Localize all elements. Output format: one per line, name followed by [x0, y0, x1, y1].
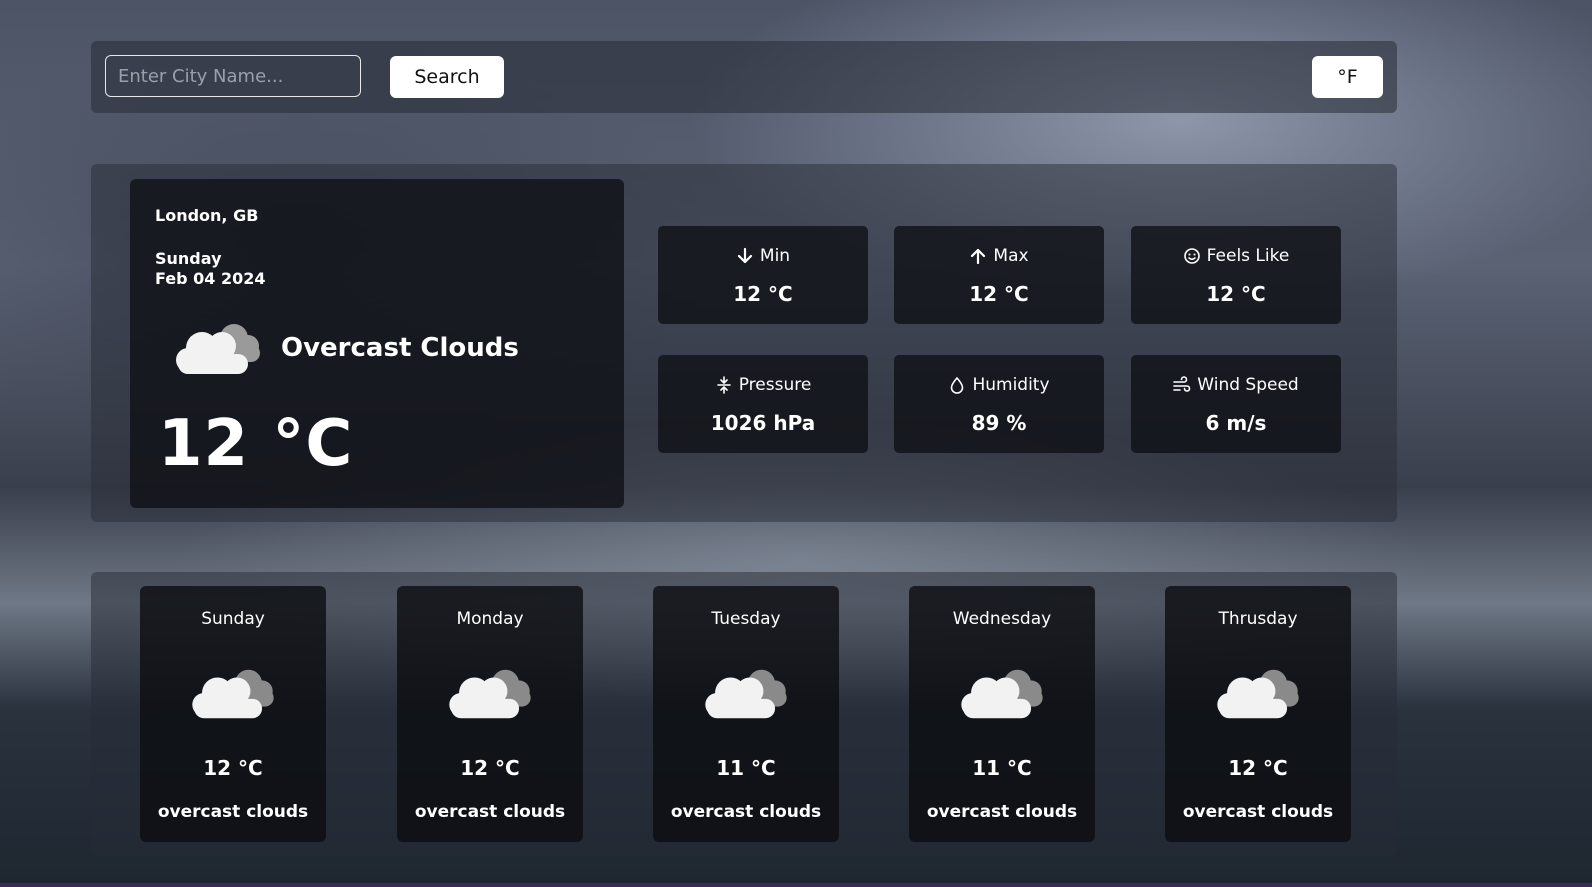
city-search-input[interactable]	[105, 55, 361, 97]
current-temperature: 12 °C	[158, 407, 354, 481]
forecast-desc: overcast clouds	[1182, 802, 1334, 822]
forecast-temp: 11 °C	[716, 756, 776, 780]
stat-label: Max	[993, 246, 1029, 266]
forecast-day: Sunday	[201, 609, 265, 629]
cloud-icon	[176, 324, 260, 374]
forecast-temp: 12 °C	[203, 756, 263, 780]
stat-feels-like: Feels Like 12 °C	[1131, 226, 1341, 324]
pressure-icon	[716, 376, 731, 394]
stat-value: 12 °C	[1206, 282, 1266, 306]
stat-max: Max 12 °C	[894, 226, 1104, 324]
forecast-day: Tuesday	[711, 609, 781, 629]
forecast-temp: 11 °C	[972, 756, 1032, 780]
forecast-desc: overcast clouds	[926, 802, 1078, 822]
stat-humidity: Humidity 89 %	[894, 355, 1104, 453]
stat-label: Humidity	[972, 375, 1050, 395]
search-bar: Search °F	[91, 41, 1397, 113]
wind-icon	[1173, 376, 1191, 392]
forecast-card: Sunday 12 °C overcast clouds	[140, 586, 326, 842]
forecast-card: Thrusday 12 °C overcast clouds	[1165, 586, 1351, 842]
stat-value: 12 °C	[733, 282, 793, 306]
location-label: London, GB	[155, 206, 259, 225]
stat-label: Min	[759, 246, 791, 266]
forecast-card: Tuesday 11 °C overcast clouds	[653, 586, 839, 842]
stat-value: 89 %	[971, 411, 1027, 435]
stat-wind-speed: Wind Speed 6 m/s	[1131, 355, 1341, 453]
day-label: Sunday	[155, 249, 222, 268]
cloud-icon	[705, 669, 787, 719]
forecast-panel: Sunday 12 °C overcast clouds Monday 12 °…	[91, 572, 1397, 856]
forecast-card: Wednesday 11 °C overcast clouds	[909, 586, 1095, 842]
cloud-icon	[1217, 669, 1299, 719]
search-button[interactable]: Search	[390, 56, 504, 98]
cloud-icon	[961, 669, 1043, 719]
stat-label: Pressure	[738, 375, 812, 395]
cloud-icon	[449, 669, 531, 719]
current-weather-panel: London, GB Sunday Feb 04 2024 Overcast C…	[91, 164, 1397, 522]
forecast-desc: overcast clouds	[414, 802, 566, 822]
stat-min: Min 12 °C	[658, 226, 868, 324]
cloud-icon	[192, 669, 274, 719]
smiley-icon	[1183, 248, 1200, 264]
forecast-temp: 12 °C	[1228, 756, 1288, 780]
stat-label: Wind Speed	[1197, 375, 1299, 395]
unit-toggle-button[interactable]: °F	[1312, 56, 1383, 98]
bottom-strip	[0, 883, 1592, 887]
date-label: Feb 04 2024	[155, 269, 266, 288]
arrow-down-icon	[737, 247, 753, 264]
forecast-temp: 12 °C	[460, 756, 520, 780]
stat-value: 12 °C	[969, 282, 1029, 306]
stat-pressure: Pressure 1026 hPa	[658, 355, 868, 453]
droplet-icon	[951, 376, 964, 394]
stat-value: 1026 hPa	[710, 411, 816, 435]
forecast-desc: overcast clouds	[157, 802, 309, 822]
forecast-card: Monday 12 °C overcast clouds	[397, 586, 583, 842]
forecast-day: Monday	[456, 609, 524, 629]
forecast-desc: overcast clouds	[670, 802, 822, 822]
forecast-day: Wednesday	[952, 609, 1052, 629]
stat-value: 6 m/s	[1205, 411, 1267, 435]
current-weather-card: London, GB Sunday Feb 04 2024 Overcast C…	[130, 179, 624, 508]
forecast-day: Thrusday	[1218, 609, 1298, 629]
condition-label: Overcast Clouds	[281, 333, 519, 363]
stat-label: Feels Like	[1206, 246, 1290, 266]
arrow-up-icon	[971, 248, 986, 265]
